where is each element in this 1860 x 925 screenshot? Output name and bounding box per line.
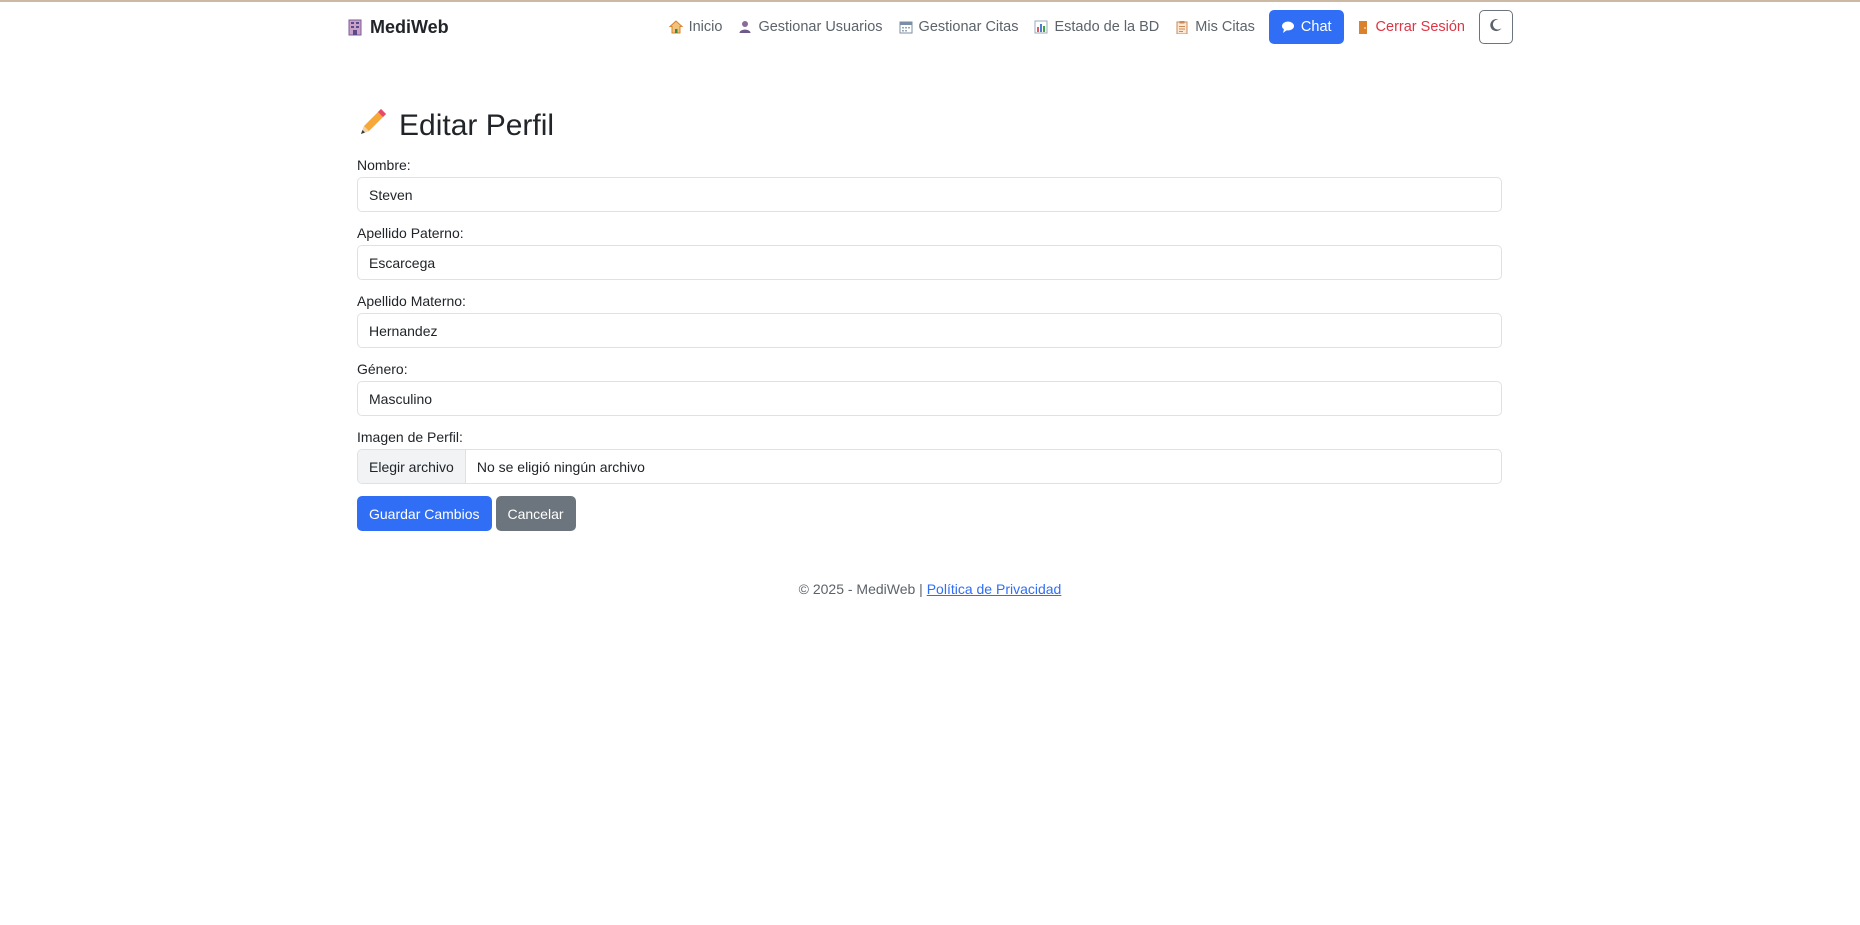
chat-button[interactable]: Chat [1268, 10, 1344, 44]
nombre-label: Nombre: [357, 157, 411, 173]
speech-bubble-icon [1281, 20, 1295, 34]
nav-item-gestionar-usuarios[interactable]: Gestionar Usuarios [730, 19, 890, 35]
apellido-materno-field[interactable] [357, 313, 1502, 348]
nav-item-label: Inicio [688, 19, 723, 35]
logout-link[interactable]: Cerrar Sesión [1348, 19, 1473, 35]
imagen-group: Imagen de Perfil: Elegir archivo No se e… [357, 428, 1502, 484]
nav-item-label: Gestionar Citas [918, 19, 1019, 35]
main-nav: Inicio Gestionar Usuarios Gestionar Cita… [661, 10, 1513, 44]
nav-item-label: Mis Citas [1195, 19, 1255, 35]
save-changes-button[interactable]: Guardar Cambios [357, 496, 492, 531]
nav-item-label: Gestionar Usuarios [758, 19, 883, 35]
top-border [0, 0, 1860, 2]
user-icon [738, 20, 752, 34]
nav-item-gestionar-citas[interactable]: Gestionar Citas [891, 19, 1027, 35]
door-icon [1356, 20, 1370, 34]
form-actions: Guardar Cambios Cancelar [357, 496, 1502, 531]
hospital-icon [348, 19, 362, 36]
theme-toggle-button[interactable] [1479, 10, 1513, 44]
footer: © 2025 - MediWeb | Política de Privacida… [0, 581, 1860, 597]
chat-button-label: Chat [1300, 19, 1332, 35]
profile-image-file-input[interactable]: Elegir archivo No se eligió ningún archi… [357, 449, 1502, 484]
nav-item-estado-bd[interactable]: Estado de la BD [1026, 19, 1167, 35]
apellido-paterno-group: Apellido Paterno: [357, 224, 1502, 280]
genero-label: Género: [357, 361, 408, 377]
main-content: Editar Perfil Nombre: Apellido Paterno: … [357, 104, 1502, 531]
pencil-icon [357, 106, 389, 146]
clipboard-icon [1175, 20, 1189, 35]
privacy-policy-link[interactable]: Política de Privacidad [927, 581, 1062, 597]
apellido-paterno-label: Apellido Paterno: [357, 225, 464, 241]
page-title-text: Editar Perfil [399, 109, 555, 142]
calendar-icon [899, 20, 913, 34]
genero-field[interactable] [357, 381, 1502, 416]
nav-item-mis-citas[interactable]: Mis Citas [1167, 19, 1263, 35]
nombre-field[interactable] [357, 177, 1502, 212]
bar-chart-icon [1034, 20, 1048, 34]
cancel-button[interactable]: Cancelar [495, 496, 576, 531]
nav-item-label: Estado de la BD [1054, 19, 1160, 35]
moon-icon [1489, 18, 1503, 37]
choose-file-button[interactable]: Elegir archivo [358, 450, 466, 483]
nav-item-inicio[interactable]: Inicio [661, 19, 731, 35]
navbar: MediWeb Inicio Gestionar Usuarios Gestio… [348, 8, 1513, 46]
genero-group: Género: [357, 360, 1502, 416]
nombre-group: Nombre: [357, 156, 1502, 212]
footer-copyright: © 2025 - MediWeb | [798, 581, 923, 597]
apellido-materno-label: Apellido Materno: [357, 293, 466, 309]
page-title: Editar Perfil [357, 104, 1502, 148]
logout-label: Cerrar Sesión [1375, 19, 1465, 35]
house-icon [668, 20, 683, 34]
brand[interactable]: MediWeb [348, 17, 449, 38]
file-status-text: No se eligió ningún archivo [476, 458, 645, 475]
apellido-materno-group: Apellido Materno: [357, 292, 1502, 348]
imagen-label: Imagen de Perfil: [357, 429, 463, 445]
brand-name: MediWeb [370, 16, 449, 37]
apellido-paterno-field[interactable] [357, 245, 1502, 280]
